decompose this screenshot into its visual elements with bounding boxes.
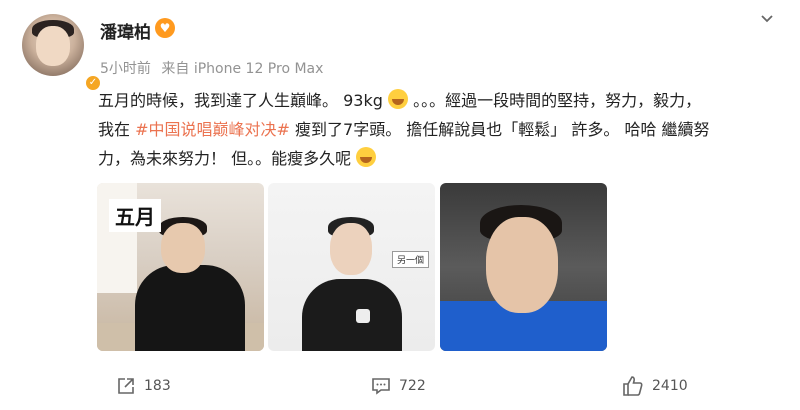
post-photo-2[interactable]: 另一個 (268, 183, 435, 351)
weibo-post: ✓ 潘瑋柏 ♥ 5小时前 来自 iPhone 12 Pro Max 五月的時候，… (0, 0, 800, 410)
comment-count: 722 (399, 378, 426, 394)
photo-caption: 另一個 (392, 251, 430, 268)
laughing-emoji-icon (356, 147, 377, 167)
post-text: 五月的時候，我到達了人生巔峰。 93kg 。。。經過一段時間的堅持，努力，毅力，… (98, 86, 778, 173)
hashtag-link[interactable]: #中国说唱巅峰对决# (135, 120, 290, 139)
like-button[interactable]: 2410 (622, 372, 688, 400)
laughing-emoji-icon (387, 89, 408, 109)
photo-person-head (486, 217, 558, 313)
photo-person-body (302, 279, 402, 351)
photo-person-head (330, 223, 372, 275)
post-photo-1[interactable]: 五月 (97, 183, 264, 351)
share-count: 183 (144, 378, 171, 394)
comment-button[interactable]: 722 (371, 372, 426, 400)
avatar-face (36, 26, 70, 66)
text-line-2b: 瘦到了7字頭。 擔任解說員也「輕鬆」 許多。 哈哈 繼續努 (289, 120, 710, 139)
post-meta: 5小时前 来自 iPhone 12 Pro Max (100, 58, 323, 78)
text-line-3: 力，為未來努力！ 但。。能瘦多久呢 (98, 149, 352, 168)
chevron-down-icon[interactable] (760, 12, 774, 26)
text-line-3: 力，為未來努力！ 但。。能瘦多久呢 (98, 144, 778, 173)
photo-person-body (135, 265, 245, 351)
text-line-2: 我在 #中国说唱巅峰对决# 瘦到了7字頭。 擔任解說員也「輕鬆」 許多。 哈哈 … (98, 115, 778, 144)
photo-person-head (161, 223, 205, 273)
post-time: 5小时前 (100, 61, 151, 77)
shirt-logo-icon (356, 309, 370, 323)
text-line-1: 五月的時候，我到達了人生巔峰。 93kg 。。。經過一段時間的堅持，努力，毅力， (98, 86, 778, 115)
share-icon (118, 378, 134, 394)
avatar[interactable]: ✓ (22, 14, 102, 92)
photo-label: 五月 (109, 199, 161, 232)
thumbs-up-icon (623, 376, 643, 396)
vip-heart-icon: ♥ (155, 18, 175, 38)
share-button[interactable]: 183 (116, 372, 171, 400)
post-source: 来自 iPhone 12 Pro Max (161, 61, 324, 77)
like-count: 2410 (652, 378, 688, 394)
text-line-2a: 我在 (98, 120, 136, 139)
text-line-1a: 五月的時候，我到達了人生巔峰。 93kg (98, 91, 383, 110)
post-actions: 183 722 2410 (0, 372, 800, 402)
comment-icon (372, 378, 390, 395)
text-line-1b: 。。。經過一段時間的堅持，努力，毅力， (413, 91, 702, 110)
post-photo-3[interactable] (440, 183, 607, 351)
username[interactable]: 潘瑋柏 (100, 18, 151, 43)
